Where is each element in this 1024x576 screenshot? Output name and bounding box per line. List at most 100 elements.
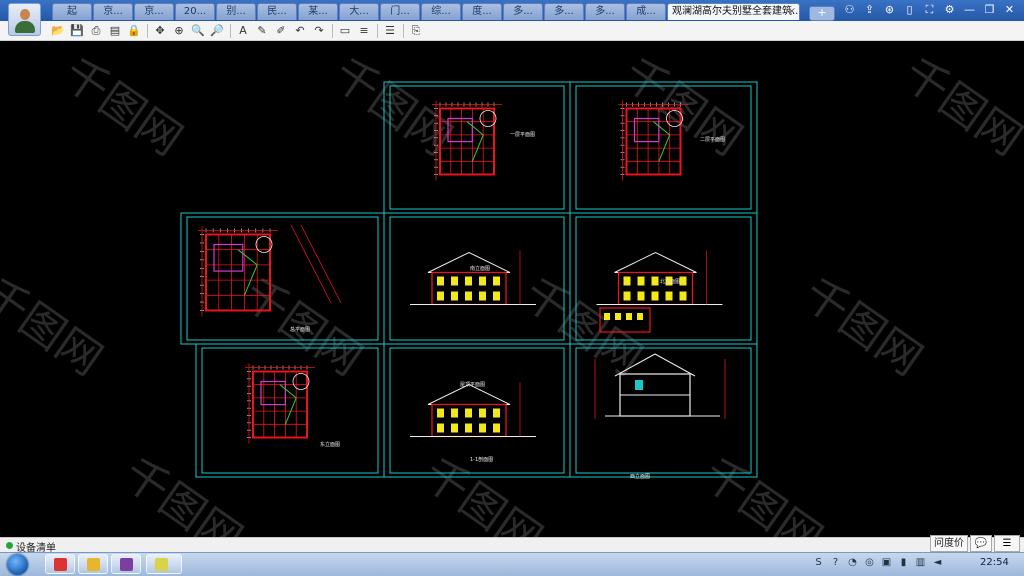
tab-4[interactable]: 别... [216, 3, 256, 20]
new-tab-button[interactable]: + [809, 6, 835, 21]
sheet-title-label: 西立面图 [630, 473, 650, 480]
menu-button[interactable]: ☰ [994, 535, 1020, 552]
tab-6[interactable]: 某... [298, 3, 338, 20]
pan-icon[interactable]: ✥ [152, 23, 168, 38]
sheet-title-label: 南立面图 [470, 265, 490, 272]
sheet-elev3 [410, 382, 536, 438]
sheet-plan2 [618, 100, 689, 181]
sogou-icon[interactable]: S [812, 556, 825, 569]
tab-9[interactable]: 综... [421, 3, 461, 20]
zoom-out-icon[interactable]: 🔎 [209, 23, 225, 38]
minimize-icon[interactable]: — [961, 2, 978, 18]
system-tray: S? ◔ ◎ ▣ ▮ ▥ ◄ [812, 556, 944, 569]
ask-price-button[interactable]: 问度价 [930, 535, 968, 552]
app-viewer-button[interactable] [146, 554, 182, 574]
toolbar-separator [332, 23, 333, 38]
tab-5[interactable]: 民... [257, 3, 297, 20]
user-avatar-icon[interactable] [8, 3, 41, 36]
text-icon[interactable]: A [235, 23, 251, 38]
pencil-icon[interactable]: ✎ [254, 23, 270, 38]
lang-icon[interactable]: ◔ [846, 556, 859, 569]
sheet-site [198, 224, 342, 317]
tab-11[interactable]: 多... [503, 3, 543, 20]
pdf-icon[interactable]: ▤ [107, 23, 123, 38]
zoom-in-icon[interactable]: 🔍 [190, 23, 206, 38]
monitor-icon[interactable]: ▣ [880, 556, 893, 569]
undo-icon[interactable]: ↶ [292, 23, 308, 38]
sheet-outer-frame [383, 212, 571, 345]
app-icon[interactable]: ⊛ [881, 2, 898, 18]
help-icon[interactable]: ? [829, 556, 842, 569]
redo-icon[interactable]: ↷ [311, 23, 327, 38]
tab-0[interactable]: 起 [52, 3, 92, 20]
tab-3[interactable]: 20... [175, 3, 215, 20]
print-icon[interactable]: ⎙ [88, 23, 104, 38]
tab-14[interactable]: 成... [626, 3, 666, 20]
network-icon[interactable]: ▥ [914, 556, 927, 569]
highlight-icon[interactable]: ✐ [273, 23, 289, 38]
sheet-section [594, 353, 726, 419]
sheet-inner-frame[interactable] [389, 216, 565, 341]
tab-8[interactable]: 门... [380, 3, 420, 20]
window-controls: ⚇ ⇪ ⊛ ▯ ⛶ ⚙ — ❐ ✕ [841, 2, 1018, 18]
save-icon[interactable]: 💾 [69, 23, 85, 38]
tab-active[interactable]: 观澜湖高尔夫别墅全套建筑... × [667, 3, 800, 20]
sheet-plan [432, 100, 502, 181]
share-icon[interactable]: ⇪ [861, 2, 878, 18]
sheet-elev2 [596, 250, 723, 333]
zoom-window-icon[interactable]: ⊕ [171, 23, 187, 38]
restore-icon[interactable]: ❐ [981, 2, 998, 18]
active-tab-label: 观澜湖高尔夫别墅全套建筑... [672, 6, 800, 17]
app-person-icon [54, 558, 67, 571]
windows-logo-icon [7, 554, 28, 575]
drawing-canvas[interactable]: 千图网 千图网 千图网 千图网 千图网 千图网 千图网 千图网 千图网 千图网 千图网 一层平面图二… [0, 41, 1024, 537]
sheet-outer-frame [569, 81, 758, 214]
status-bar: 设备清单 [0, 537, 1024, 554]
avatar-body [15, 21, 35, 33]
tab-12[interactable]: 多... [544, 3, 584, 20]
sheet-outer-frame [180, 212, 385, 345]
sheet-inner-frame[interactable] [389, 347, 565, 474]
settings-icon[interactable]: ⚙ [941, 2, 958, 18]
export-icon[interactable]: ⎘ [408, 23, 424, 38]
chat-button[interactable]: 💬 [970, 535, 992, 552]
sheet-plan3 [245, 363, 315, 444]
sheet-title-label: 东立面图 [320, 441, 340, 448]
open-icon[interactable]: 📂 [50, 23, 66, 38]
measure-icon[interactable]: ▭ [337, 23, 353, 38]
cad-drawing[interactable]: 一层平面图二层平面图总平面图 南立面图北立面图东立面图 屋顶平面图西立面图 1-1剖面… [0, 41, 1024, 537]
tab-strip: 起京... 京... 20... 别... 民... 某... 大... 门... 综... 度.… [52, 3, 835, 21]
tab-2[interactable]: 京... [134, 3, 174, 20]
title-bar: 起京... 京... 20... 别... 民... 某... 大... 门... 综... 度.… [0, 0, 1024, 21]
mobile-icon[interactable]: ▯ [901, 2, 918, 18]
sheet-outer-frame [195, 343, 385, 478]
mark-icon[interactable]: ≡ [356, 23, 372, 38]
volume-icon[interactable]: ◄ [931, 556, 944, 569]
app-winrar-icon [120, 558, 133, 571]
user-icon[interactable]: ⚇ [841, 2, 858, 18]
lock-icon[interactable]: 🔒 [126, 23, 142, 38]
app-folder-button[interactable] [78, 554, 108, 574]
tab-13[interactable]: 多... [585, 3, 625, 20]
close-icon[interactable]: ✕ [1001, 2, 1018, 18]
fullscreen-icon[interactable]: ⛶ [921, 2, 938, 18]
tab-7[interactable]: 大... [339, 3, 379, 20]
status-indicator-icon [6, 542, 13, 549]
battery-icon[interactable]: ▮ [897, 556, 910, 569]
sheet-inner-frame[interactable] [201, 347, 379, 474]
app-viewer-icon [155, 558, 168, 571]
clock[interactable]: 22:54 [980, 557, 1009, 568]
start-button[interactable] [3, 554, 33, 575]
tab-1[interactable]: 京... [93, 3, 133, 20]
app-winrar-button[interactable] [111, 554, 141, 574]
sheet-title-label: 1-1剖面图 [470, 456, 493, 463]
app-person-button[interactable] [45, 554, 75, 574]
qq-icon[interactable]: ◎ [863, 556, 876, 569]
sheet-elev [410, 250, 536, 306]
app-folder-icon [87, 558, 100, 571]
sheet-title-label: 屋顶平面图 [460, 382, 485, 388]
sheet-title-label: 二层平面图 [700, 137, 725, 143]
layers-icon[interactable]: ☰ [382, 23, 398, 38]
tab-close-icon[interactable]: × [788, 4, 796, 20]
tab-10[interactable]: 度... [462, 3, 502, 20]
